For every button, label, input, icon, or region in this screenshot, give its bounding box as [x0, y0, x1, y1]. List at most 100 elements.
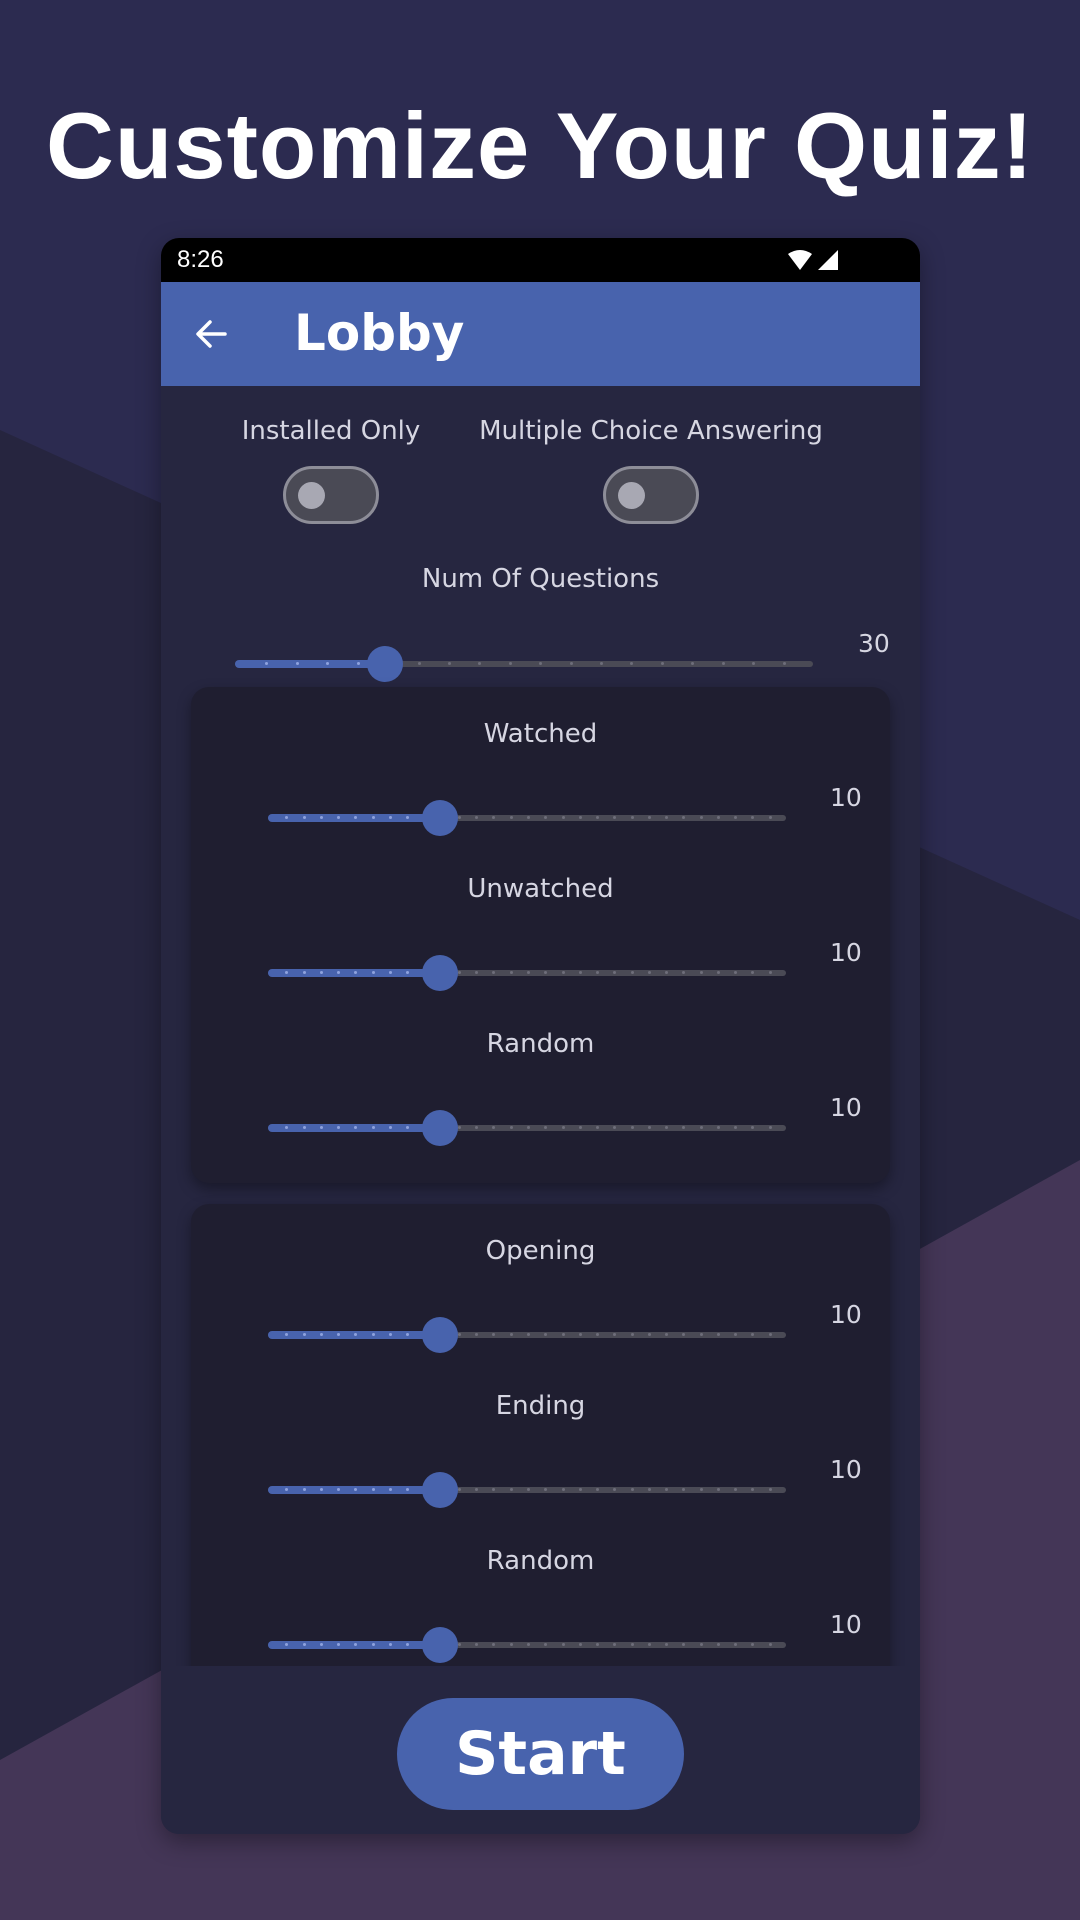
slider-tick	[447, 662, 451, 665]
slider-tick	[475, 971, 479, 974]
unwatched-slider[interactable]	[268, 951, 786, 995]
slider-tick	[356, 662, 360, 665]
slider-tick	[716, 1643, 720, 1646]
slider-tick	[561, 1126, 565, 1129]
multiple-choice-toggle[interactable]	[603, 466, 699, 524]
slider-thumb[interactable]	[422, 1627, 459, 1663]
num-questions-value: 30	[858, 629, 890, 658]
num-questions-label: Num Of Questions	[421, 564, 660, 594]
slider-tick	[613, 1643, 617, 1646]
arrow-back-icon	[196, 320, 227, 348]
opening-slider[interactable]	[268, 1313, 786, 1357]
slider-tick	[388, 1643, 392, 1646]
start-button[interactable]: Start	[397, 1698, 684, 1810]
toggle-knob	[298, 482, 325, 509]
slider-tick	[561, 971, 565, 974]
slider-tick	[388, 1488, 392, 1491]
slider-tick	[682, 1126, 686, 1129]
phone-frame: 8:26 Lobby Installed Only Multiple Choic…	[161, 238, 920, 1834]
slider-tick	[539, 662, 543, 665]
toggle-knob	[618, 482, 645, 509]
slider-thumb[interactable]	[367, 646, 404, 682]
slider-thumb[interactable]	[422, 1110, 459, 1146]
slider-tick	[561, 1333, 565, 1336]
slider-tick	[734, 971, 738, 974]
slider-tick	[752, 662, 756, 665]
slider-tick	[699, 1643, 703, 1646]
slider-tick	[613, 1333, 617, 1336]
watched-label: Watched	[483, 719, 598, 749]
slider-tick	[285, 1333, 289, 1336]
slider-ticks	[268, 1643, 786, 1647]
watched-slider[interactable]	[268, 796, 786, 840]
slider-ticks	[268, 816, 786, 820]
slider-tick	[716, 1333, 720, 1336]
slider-tick	[682, 816, 686, 819]
slider-tick	[647, 1488, 651, 1491]
random-label: Random	[486, 1029, 595, 1059]
slider-tick	[682, 1333, 686, 1336]
slider-tick	[319, 1333, 323, 1336]
back-button[interactable]	[181, 304, 241, 364]
slider-tick	[751, 1488, 755, 1491]
slider-tick	[285, 816, 289, 819]
slider-tick	[682, 1488, 686, 1491]
opening-label: Opening	[485, 1236, 596, 1266]
random-song-value: 10	[830, 1610, 862, 1639]
slider-tick	[647, 1126, 651, 1129]
slider-tick	[326, 662, 330, 665]
status-time: 8:26	[177, 246, 224, 273]
slider-tick	[721, 662, 725, 665]
slider-tick	[699, 816, 703, 819]
slider-tick	[630, 1333, 634, 1336]
slider-tick	[492, 1488, 496, 1491]
multiple-choice-label: Multiple Choice Answering	[479, 416, 823, 446]
slider-tick	[285, 1126, 289, 1129]
ending-slider[interactable]	[268, 1468, 786, 1512]
slider-tick	[561, 1643, 565, 1646]
slider-tick	[768, 1488, 772, 1491]
slider-tick	[596, 816, 600, 819]
slider-tick	[630, 1643, 634, 1646]
status-icons	[788, 250, 838, 270]
random-slider[interactable]	[268, 1106, 786, 1150]
slider-tick	[509, 971, 513, 974]
slider-tick	[630, 1126, 634, 1129]
installed-only-toggle[interactable]	[283, 466, 379, 524]
slider-tick	[509, 816, 513, 819]
slider-tick	[578, 971, 582, 974]
slider-tick	[630, 1488, 634, 1491]
slider-tick	[457, 971, 461, 974]
slider-tick	[319, 1126, 323, 1129]
slider-tick	[630, 662, 634, 665]
slider-tick	[302, 1333, 306, 1336]
slider-tick	[354, 1333, 358, 1336]
slider-tick	[544, 816, 548, 819]
unwatched-value: 10	[830, 938, 862, 967]
slider-tick	[406, 971, 410, 974]
random-song-slider[interactable]	[268, 1623, 786, 1667]
slider-tick	[457, 1488, 461, 1491]
slider-thumb[interactable]	[422, 955, 459, 991]
num-questions-slider[interactable]	[235, 642, 813, 686]
slider-tick	[751, 816, 755, 819]
slider-tick	[295, 662, 299, 665]
slider-tick	[509, 1643, 513, 1646]
slider-tick	[768, 971, 772, 974]
slider-thumb[interactable]	[422, 1317, 459, 1353]
wifi-icon	[788, 250, 812, 270]
slider-tick	[630, 816, 634, 819]
slider-tick	[388, 1333, 392, 1336]
slider-thumb[interactable]	[422, 800, 459, 836]
slider-tick	[561, 1488, 565, 1491]
slider-thumb[interactable]	[422, 1472, 459, 1508]
slider-tick	[508, 662, 512, 665]
slider-tick	[319, 1643, 323, 1646]
slider-tick	[734, 1126, 738, 1129]
ending-value: 10	[830, 1455, 862, 1484]
slider-tick	[478, 662, 482, 665]
slider-tick	[337, 816, 341, 819]
slider-tick	[337, 1643, 341, 1646]
slider-tick	[544, 1643, 548, 1646]
slider-tick	[613, 1488, 617, 1491]
